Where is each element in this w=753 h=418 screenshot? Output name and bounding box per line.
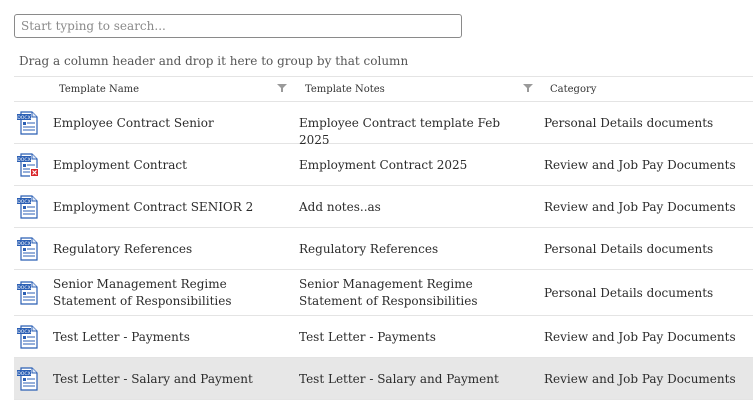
category-cell: Personal Details documents — [544, 242, 714, 256]
group-by-drop-zone[interactable]: Drag a column header and drop it here to… — [19, 54, 408, 68]
template-name-cell[interactable]: Test Letter - Payments — [53, 329, 283, 346]
template-notes-cell: Test Letter - Payments — [299, 330, 436, 344]
docx-file-icon[interactable]: DOCX — [17, 365, 39, 391]
svg-text:DOCX: DOCX — [17, 115, 31, 121]
category-cell: Review and Job Pay Documents — [544, 200, 736, 214]
category-cell: Review and Job Pay Documents — [544, 158, 736, 172]
table-row[interactable]: DOCX Employment Contract Employment Contra… — [14, 144, 753, 186]
docx-file-icon[interactable]: DOCX — [17, 193, 39, 219]
table-row[interactable]: DOCX Test Letter - Salary and Payment Test… — [14, 358, 753, 400]
column-header-category[interactable]: Category — [550, 84, 596, 95]
category-cell: Review and Job Pay Documents — [544, 330, 736, 344]
grid-header: Template Name Template Notes Category — [14, 76, 753, 102]
category-cell: Personal Details documents — [544, 286, 714, 300]
svg-text:DOCX: DOCX — [17, 285, 31, 291]
docx-file-icon[interactable]: DOCX — [17, 235, 39, 261]
svg-text:DOCX: DOCX — [17, 329, 31, 335]
table-row[interactable]: DOCX Employee Contract Senior Employee Con… — [14, 102, 753, 147]
docx-file-icon[interactable]: DOCX — [17, 323, 39, 349]
template-name-cell[interactable]: Employment Contract — [53, 157, 283, 174]
template-notes-cell: Regulatory References — [299, 242, 439, 256]
template-name-cell[interactable]: Employment Contract SENIOR 2 — [53, 199, 283, 216]
table-row[interactable]: DOCX Senior Management Regime Statement o… — [14, 270, 753, 316]
template-name-cell[interactable]: Senior Management Regime Statement of Re… — [53, 276, 283, 310]
table-row[interactable]: DOCX Employment Contract SENIOR 2 Add note… — [14, 186, 753, 228]
templates-grid: Template Name Template Notes Category DO… — [14, 76, 753, 400]
template-name-cell[interactable]: Regulatory References — [53, 241, 283, 258]
svg-text:DOCX: DOCX — [17, 157, 31, 163]
svg-text:DOCX: DOCX — [17, 241, 31, 247]
search-input[interactable] — [14, 14, 462, 38]
category-cell: Personal Details documents — [544, 116, 714, 130]
docx-file-icon[interactable]: DOCX — [17, 109, 39, 135]
column-header-template-notes[interactable]: Template Notes — [305, 84, 385, 95]
docx-file-error-icon[interactable]: DOCX — [17, 151, 39, 177]
template-notes-cell: Add notes..as — [299, 200, 381, 214]
column-header-template-name[interactable]: Template Name — [59, 84, 139, 95]
template-notes-cell: Test Letter - Salary and Payment — [299, 372, 499, 386]
template-notes-cell: Employment Contract 2025 — [299, 158, 468, 172]
template-notes-cell: Senior Management Regime Statement of Re… — [299, 277, 478, 308]
category-cell: Review and Job Pay Documents — [544, 372, 736, 386]
table-row[interactable]: DOCX Regulatory References Regulatory Refe… — [14, 228, 753, 270]
svg-text:DOCX: DOCX — [17, 199, 31, 205]
table-row[interactable]: DOCX Test Letter - Payments Test Letter - … — [14, 316, 753, 358]
template-name-cell[interactable]: Employee Contract Senior — [53, 115, 283, 132]
template-name-cell[interactable]: Test Letter - Salary and Payment — [53, 371, 283, 388]
svg-text:DOCX: DOCX — [17, 371, 31, 377]
docx-file-icon[interactable]: DOCX — [17, 279, 39, 305]
